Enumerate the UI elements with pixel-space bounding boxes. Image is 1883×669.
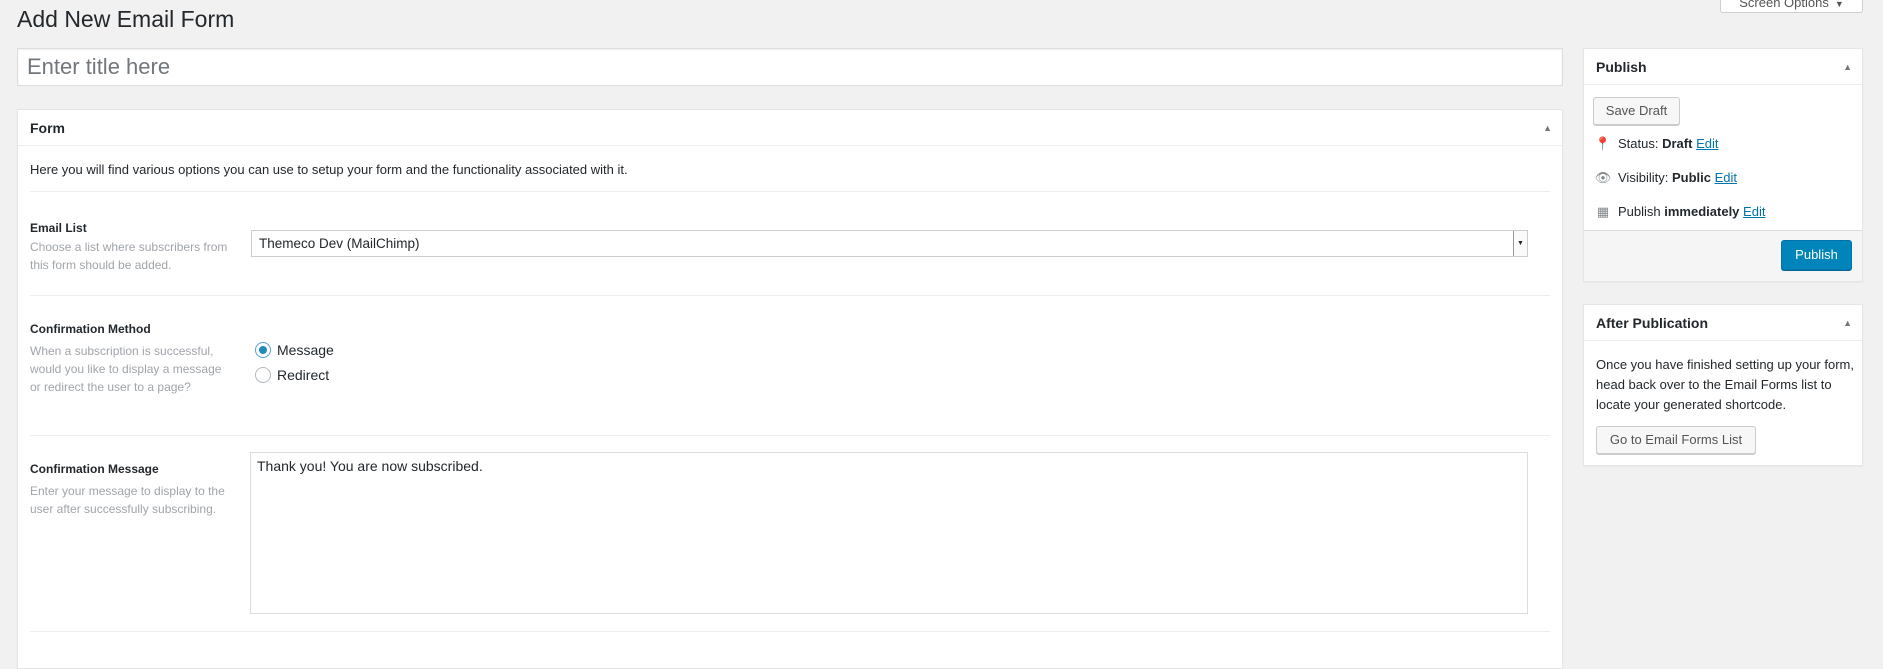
after-publication-header[interactable]: After Publication ▲: [1584, 305, 1862, 341]
save-draft-button[interactable]: Save Draft: [1593, 97, 1680, 125]
screen-options-label: Screen Options: [1739, 0, 1829, 10]
collapse-toggle-icon[interactable]: ▲: [1843, 305, 1852, 341]
publish-metabox-header[interactable]: Publish ▲: [1584, 49, 1862, 85]
form-metabox-title: Form: [30, 120, 65, 136]
email-list-description: Choose a list where subscribers from thi…: [30, 240, 228, 272]
form-intro-text: Here you will find various options you c…: [30, 162, 628, 177]
confirmation-method-description: When a subscription is successful, would…: [30, 344, 222, 394]
caret-down-icon: ▼: [1834, 0, 1844, 9]
status-row: 📍 Status: Draft Edit: [1594, 136, 1719, 151]
radio-option-message[interactable]: Message: [255, 342, 334, 358]
visibility-value: Public: [1671, 170, 1711, 185]
email-list-selected-value: Themeco Dev (MailChimp): [259, 236, 420, 251]
edit-schedule-link[interactable]: Edit: [1743, 204, 1765, 219]
visibility-row: 👁 Visibility: Public Edit: [1594, 170, 1738, 185]
divider: [30, 295, 1550, 296]
chevron-down-icon[interactable]: ▼: [1513, 231, 1527, 256]
after-publication-title: After Publication: [1596, 315, 1709, 331]
calendar-icon: ▦: [1596, 204, 1610, 219]
collapse-toggle-icon[interactable]: ▲: [1543, 110, 1552, 146]
title-input[interactable]: [17, 48, 1563, 86]
radio-option-redirect[interactable]: Redirect: [255, 367, 329, 383]
publish-metabox-title: Publish: [1596, 59, 1647, 75]
pin-icon: 📍: [1594, 136, 1612, 151]
edit-visibility-link[interactable]: Edit: [1715, 170, 1737, 185]
form-metabox-header[interactable]: Form ▲: [18, 110, 1562, 146]
screen-options-button[interactable]: Screen Options ▼: [1720, 0, 1863, 13]
radio-label: Message: [277, 342, 334, 358]
divider: [30, 631, 1550, 632]
schedule-value: immediately: [1664, 204, 1740, 219]
radio-checked-icon[interactable]: [255, 342, 271, 358]
after-publication-text: Once you have finished setting up your f…: [1596, 357, 1854, 412]
eye-icon: 👁: [1594, 170, 1612, 185]
confirmation-message-label: Confirmation Message: [30, 462, 159, 476]
confirmation-method-label: Confirmation Method: [30, 322, 151, 336]
divider: [30, 191, 1550, 192]
radio-unchecked-icon[interactable]: [255, 367, 271, 383]
radio-label: Redirect: [277, 367, 330, 383]
edit-status-link[interactable]: Edit: [1696, 136, 1718, 151]
go-to-email-forms-button[interactable]: Go to Email Forms List: [1596, 426, 1756, 454]
page-title: Add New Email Form: [17, 6, 235, 32]
publish-button[interactable]: Publish: [1781, 240, 1852, 270]
confirmation-message-textarea[interactable]: Thank you! You are now subscribed.: [250, 452, 1528, 614]
email-list-label: Email List: [30, 221, 87, 235]
divider: [30, 435, 1550, 436]
publish-metabox: Publish ▲ Save Draft 📍 Status: Draft Edit…: [1583, 48, 1863, 282]
schedule-row: ▦ Publish immediately Edit: [1594, 204, 1766, 220]
after-publication-metabox: After Publication ▲ Once you have finish…: [1583, 304, 1863, 466]
email-list-select[interactable]: Themeco Dev (MailChimp) ▼: [251, 230, 1528, 257]
publish-actions: Publish: [1584, 230, 1862, 281]
confirmation-message-description: Enter your message to display to the use…: [30, 484, 225, 516]
status-value: Draft: [1662, 136, 1693, 151]
form-metabox: Form ▲ Here you will find various option…: [17, 109, 1563, 669]
collapse-toggle-icon[interactable]: ▲: [1843, 49, 1852, 85]
